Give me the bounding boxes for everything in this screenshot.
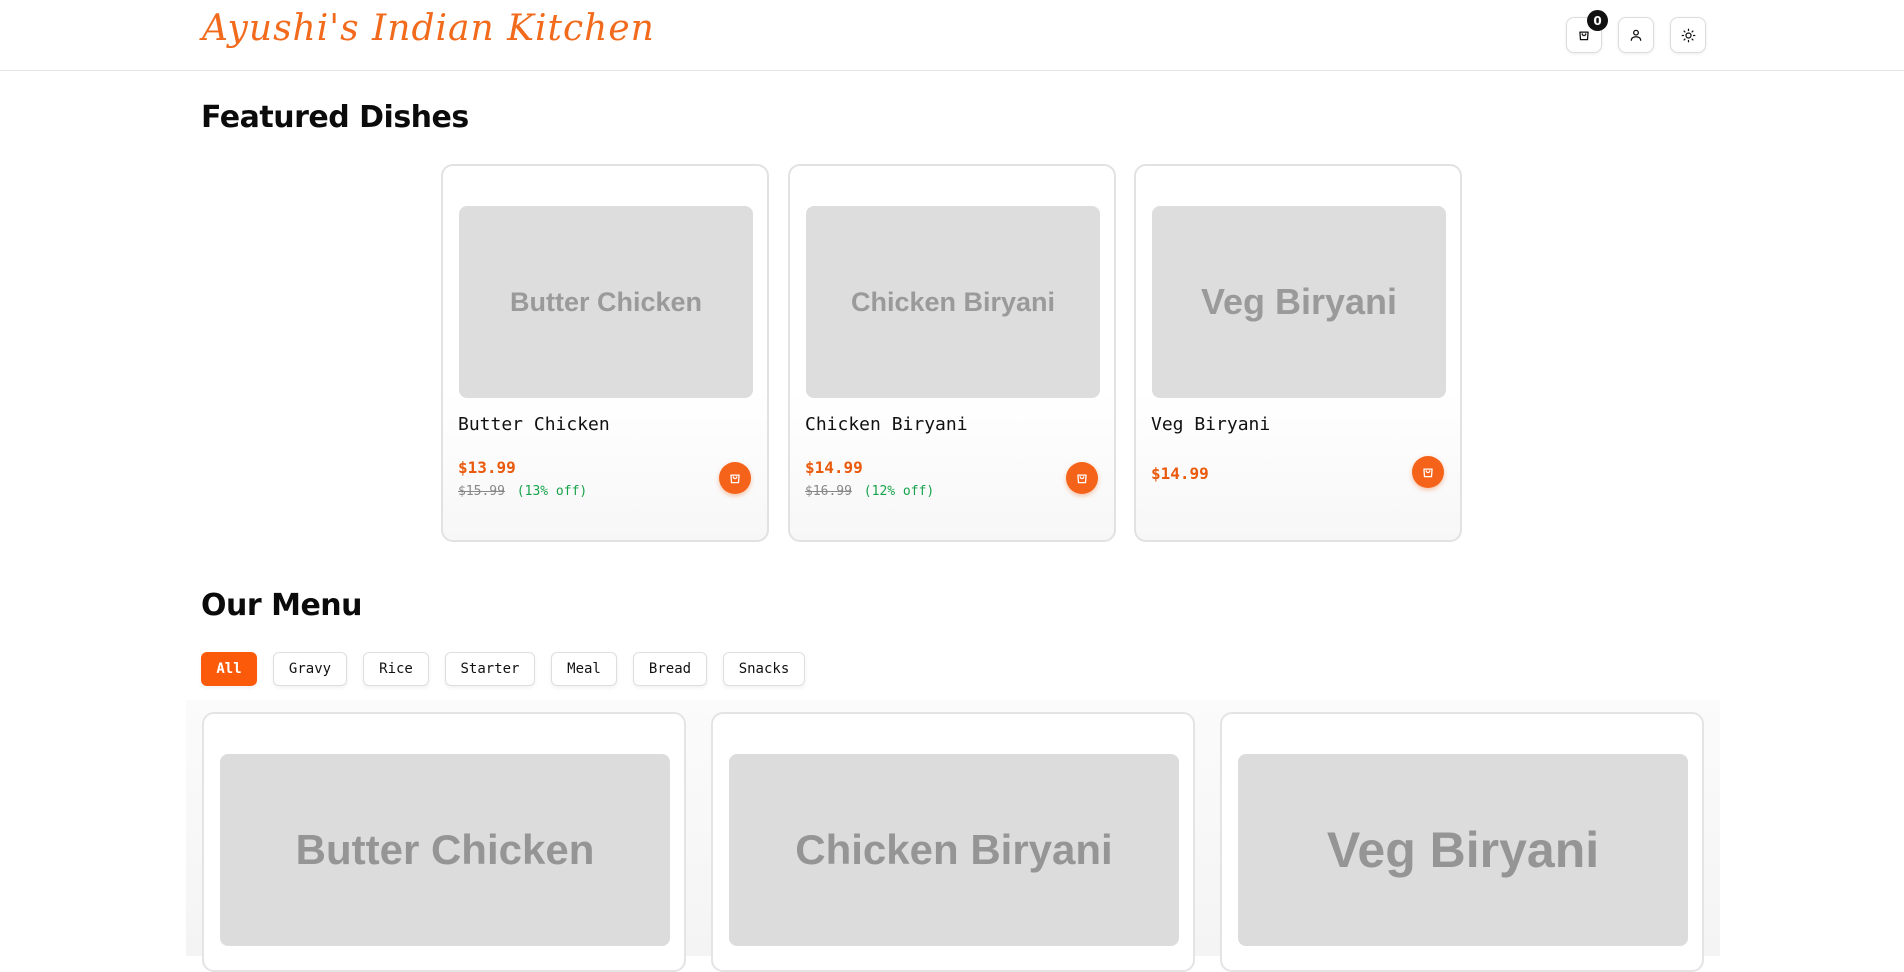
theme-toggle-button[interactable]	[1670, 17, 1706, 53]
dish-old-price: $15.99	[458, 484, 505, 499]
shopping-bag-icon	[1077, 474, 1087, 484]
filter-gravy[interactable]: Gravy	[273, 652, 347, 686]
dish-price: $13.99	[458, 458, 516, 477]
menu-title: Our Menu	[201, 588, 363, 623]
dish-image: Chicken Biryani	[806, 206, 1100, 398]
dish-image: Butter Chicken	[220, 754, 670, 946]
shopping-bag-icon	[1579, 31, 1589, 41]
filter-meal[interactable]: Meal	[551, 652, 617, 686]
add-to-cart-button[interactable]	[719, 462, 751, 494]
dish-price: $14.99	[805, 458, 863, 477]
filter-snacks[interactable]: Snacks	[723, 652, 805, 686]
featured-card[interactable]: Chicken Biryani Chicken Biryani $14.99 $…	[788, 164, 1116, 542]
featured-card[interactable]: Veg Biryani Veg Biryani $14.99	[1134, 164, 1462, 542]
dish-name: Chicken Biryani	[805, 414, 968, 435]
featured-card[interactable]: Butter Chicken Butter Chicken $13.99 $15…	[441, 164, 769, 542]
add-to-cart-button[interactable]	[1066, 462, 1098, 494]
filter-starter[interactable]: Starter	[445, 652, 535, 686]
menu-card[interactable]: Chicken Biryani	[711, 712, 1195, 972]
dish-discount: (12% off)	[863, 484, 935, 499]
cart-count-badge: 0	[1587, 10, 1608, 31]
dish-name: Butter Chicken	[458, 414, 610, 435]
dish-discount: (13% off)	[516, 484, 588, 499]
site-header: Ayushi's Indian Kitchen 0	[0, 0, 1904, 71]
dish-image: Chicken Biryani	[729, 754, 1179, 946]
dish-old-price: $16.99	[805, 484, 852, 499]
dish-name: Veg Biryani	[1151, 414, 1271, 435]
shopping-bag-icon	[1423, 468, 1433, 478]
user-icon	[1630, 29, 1642, 41]
dish-price: $14.99	[1151, 464, 1209, 483]
filter-bread[interactable]: Bread	[633, 652, 707, 686]
menu-card[interactable]: Veg Biryani	[1220, 712, 1704, 972]
filter-all[interactable]: All	[201, 652, 257, 686]
menu-card[interactable]: Butter Chicken	[202, 712, 686, 972]
dish-image: Veg Biryani	[1152, 206, 1446, 398]
add-to-cart-button[interactable]	[1412, 456, 1444, 488]
dish-old-price-row: $16.99 (12% off)	[805, 484, 934, 499]
dish-image: Butter Chicken	[459, 206, 753, 398]
dish-image: Veg Biryani	[1238, 754, 1688, 946]
sun-icon	[1681, 28, 1695, 42]
site-logo[interactable]: Ayushi's Indian Kitchen	[202, 8, 655, 49]
shopping-bag-icon	[730, 474, 740, 484]
featured-title: Featured Dishes	[201, 100, 469, 135]
filter-rice[interactable]: Rice	[363, 652, 429, 686]
dish-old-price-row: $15.99 (13% off)	[458, 484, 587, 499]
account-button[interactable]	[1618, 17, 1654, 53]
